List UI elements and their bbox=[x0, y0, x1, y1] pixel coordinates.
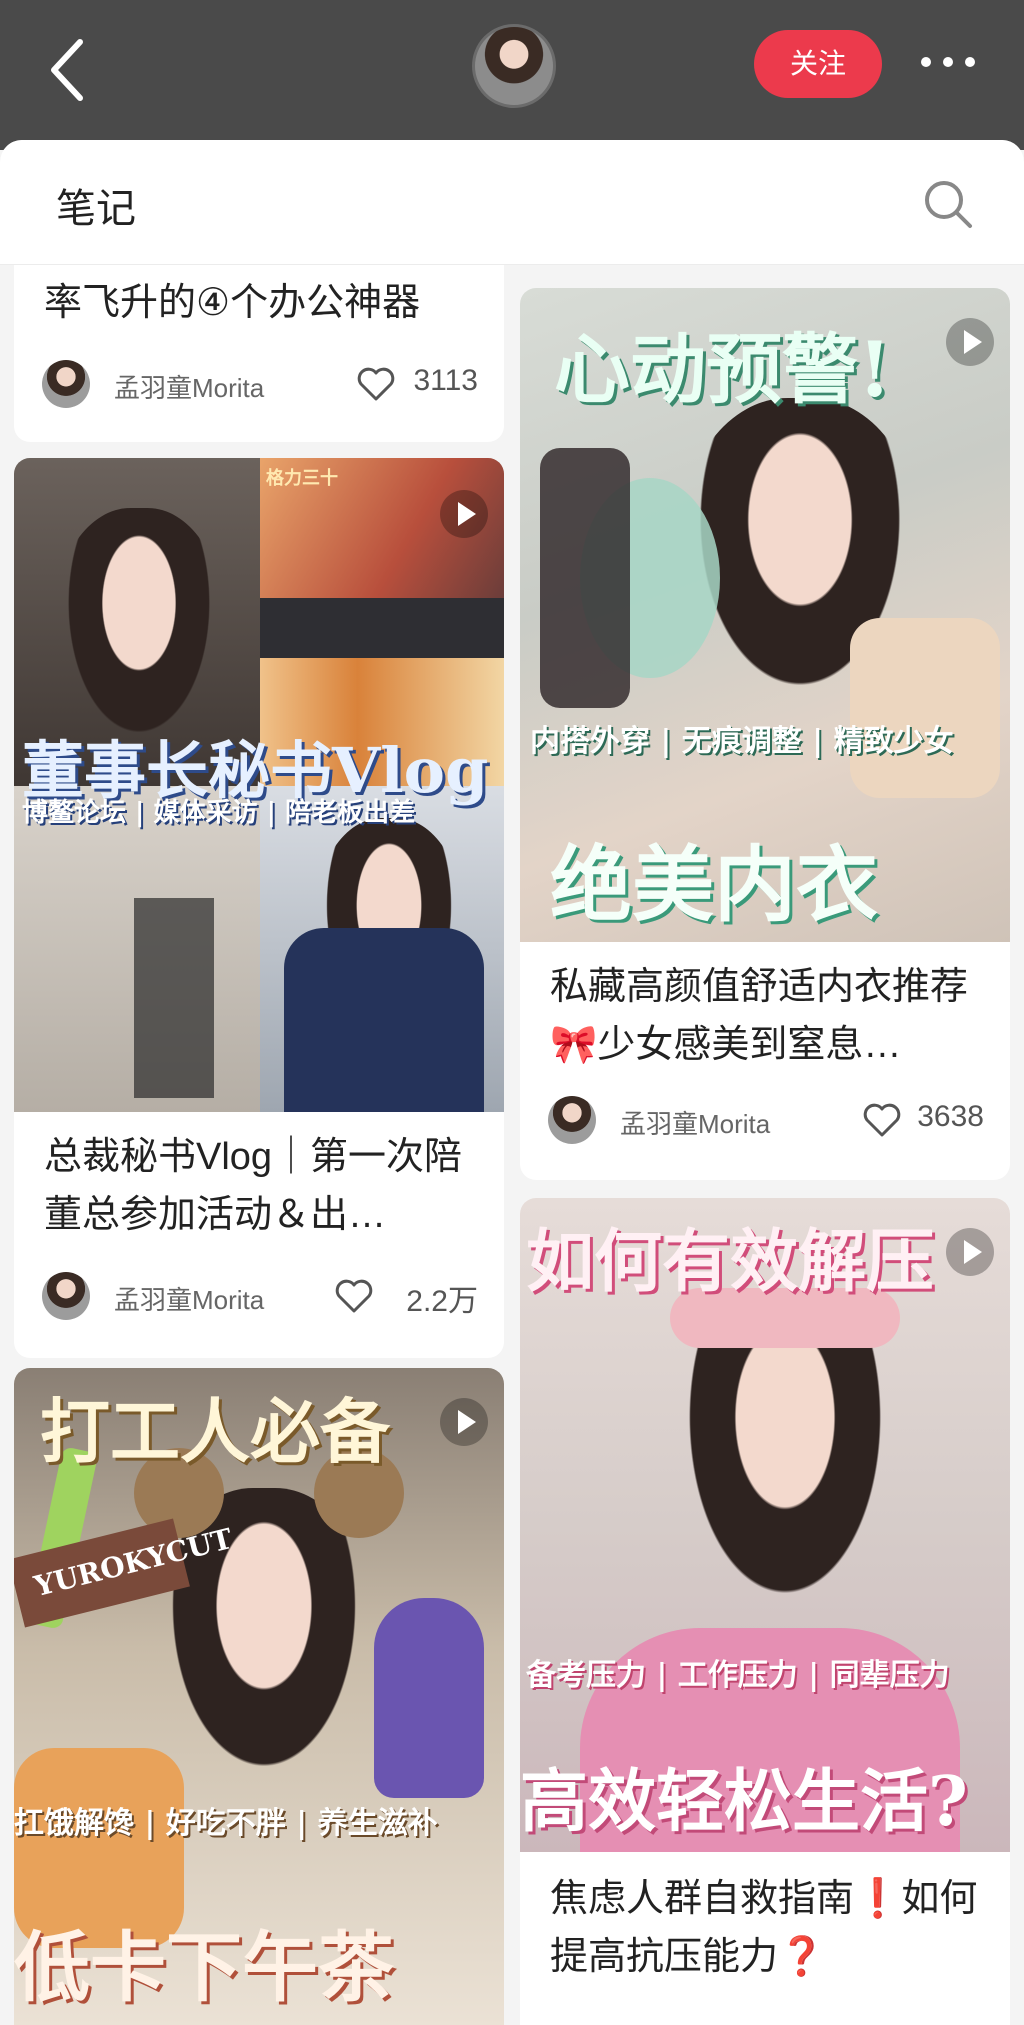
like-count: 2.2万 bbox=[406, 1285, 478, 1318]
more-icon[interactable] bbox=[918, 44, 978, 80]
cover-bottom-text: 高效轻松生活? bbox=[520, 1762, 968, 1842]
play-icon[interactable] bbox=[440, 1398, 488, 1446]
cover-tags: 博鳌论坛 | 媒体采访 | 陪老板出差 bbox=[22, 798, 416, 828]
notes-sheet: 笔记 率飞升的④个办公神器 孟羽童Morita 3113 心动预警! 内搭外穿 … bbox=[0, 140, 1024, 2025]
heart-icon[interactable] bbox=[356, 366, 396, 402]
note-title: 率飞升的④个办公神器 bbox=[44, 282, 421, 324]
note-title: 私藏高颜值舒适内衣推荐🎀少女感美到窒息… bbox=[550, 966, 969, 1066]
author-avatar[interactable] bbox=[548, 1096, 596, 1144]
cover-bottom-text: 低卡下午茶 bbox=[14, 1923, 394, 2012]
profile-avatar[interactable] bbox=[472, 24, 556, 108]
sheet-header: 笔记 bbox=[0, 140, 1024, 265]
cover-heading: 心动预警! bbox=[554, 325, 892, 414]
note-title: 焦虑人群自救指南❗如何提高抗压能力❓ bbox=[550, 1878, 978, 1978]
author-avatar[interactable] bbox=[42, 360, 90, 408]
note-card[interactable]: YUROKYCUT 打工人必备 扛饿解馋 | 好吃不胖 | 养生滋补 低卡下午茶 bbox=[14, 1368, 504, 2025]
author-avatar[interactable] bbox=[42, 1272, 90, 1320]
sheet-title: 笔记 bbox=[56, 187, 136, 231]
top-bar: 关注 bbox=[0, 0, 1024, 150]
note-title: 总裁秘书Vlog｜第一次陪董总参加活动＆出… bbox=[44, 1136, 463, 1236]
cover-tags: 备考压力 | 工作压力 | 同辈压力 bbox=[526, 1658, 950, 1693]
cover-bottom-text: 绝美内衣 bbox=[550, 837, 879, 933]
cover-tags: 内搭外穿 | 无痕调整 | 精致少女 bbox=[530, 724, 954, 759]
heart-icon[interactable] bbox=[334, 1278, 374, 1314]
note-card[interactable]: 格力三十 董事长秘书Vlog 博鳌论坛 | 媒体采访 | 陪老板出差 总裁秘书V… bbox=[14, 458, 504, 1358]
follow-button[interactable]: 关注 bbox=[754, 30, 882, 98]
note-card[interactable]: 心动预警! 内搭外穿 | 无痕调整 | 精致少女 绝美内衣 私藏高颜值舒适内衣推… bbox=[520, 288, 1010, 1180]
author-name[interactable]: 孟羽童Morita bbox=[114, 1280, 264, 1317]
back-arrow-icon[interactable] bbox=[40, 30, 100, 110]
note-card[interactable]: 如何有效解压 备考压力 | 工作压力 | 同辈压力 高效轻松生活? 焦虑人群自救… bbox=[520, 1198, 1010, 2025]
note-cover: 格力三十 董事长秘书Vlog 博鳌论坛 | 媒体采访 | 陪老板出差 bbox=[14, 458, 504, 1112]
note-cover: 心动预警! 内搭外穿 | 无痕调整 | 精致少女 绝美内衣 bbox=[520, 288, 1010, 942]
note-cover: 如何有效解压 备考压力 | 工作压力 | 同辈压力 高效轻松生活? bbox=[520, 1198, 1010, 1852]
heart-icon[interactable] bbox=[862, 1102, 902, 1138]
cover-heading: 如何有效解压 bbox=[526, 1222, 935, 1302]
search-icon[interactable] bbox=[922, 178, 974, 230]
cover-heading: 打工人必备 bbox=[40, 1390, 390, 1473]
cover-tags: 扛饿解馋 | 好吃不胖 | 养生滋补 bbox=[14, 1806, 438, 1841]
author-name[interactable]: 孟羽童Morita bbox=[620, 1104, 770, 1141]
note-meta: 孟羽童Morita 3113 bbox=[42, 358, 478, 410]
note-cover: YUROKYCUT 打工人必备 扛饿解馋 | 好吃不胖 | 养生滋补 低卡下午茶 bbox=[14, 1368, 504, 2025]
like-count: 3638 bbox=[917, 1100, 984, 1133]
like-count: 3113 bbox=[413, 364, 478, 397]
note-meta: 孟羽童Morita 2.2万 bbox=[42, 1270, 478, 1322]
note-meta: 孟羽童Morita 3638 bbox=[548, 1094, 984, 1146]
play-icon[interactable] bbox=[946, 1228, 994, 1276]
cover-screen-text: 格力三十 bbox=[266, 468, 338, 489]
play-icon[interactable] bbox=[440, 490, 488, 538]
author-name[interactable]: 孟羽童Morita bbox=[114, 368, 264, 405]
play-icon[interactable] bbox=[946, 318, 994, 366]
